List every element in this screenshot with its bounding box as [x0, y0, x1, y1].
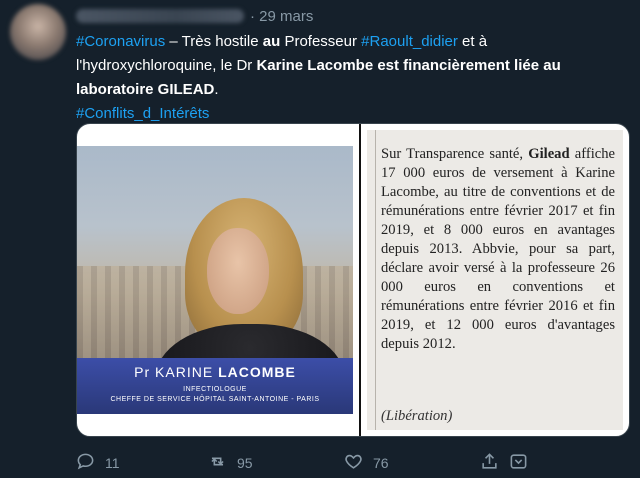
reply-button[interactable]: 11 — [76, 452, 120, 474]
tweet-media[interactable]: Pr KARINE LACOMBE INFECTIOLOGUE CHEFFE D… — [76, 123, 630, 437]
like-count: 76 — [373, 455, 389, 471]
quote-bold-segment: Gilead — [528, 146, 570, 162]
quote-text: Sur Transparence santé, Gilead affiche 1… — [381, 145, 615, 354]
retweet-button[interactable]: 95 — [208, 452, 253, 474]
hashtag-coronavirus[interactable]: #Coronavirus — [76, 33, 165, 50]
text-bold-segment: au — [262, 33, 281, 50]
media-divider — [359, 124, 361, 436]
reply-icon — [76, 452, 95, 474]
share-icon — [480, 452, 499, 474]
quote-segment: Sur Transparence santé, — [381, 146, 529, 162]
tweet-header: · 29 mars — [76, 6, 313, 26]
avatar[interactable] — [10, 4, 66, 60]
tweet-text: #Coronavirus – Très hostile au Professeu… — [76, 30, 628, 126]
tweet-date[interactable]: · 29 mars — [250, 8, 313, 25]
tv-role-line1: INFECTIOLOGUE — [183, 386, 247, 393]
tv-name-prefix: Pr — [134, 364, 151, 380]
quote-segment: affiche 17 000 euros de versement à Kari… — [381, 146, 616, 352]
tv-screenshot-photo: Pr KARINE LACOMBE INFECTIOLOGUE CHEFFE D… — [77, 146, 353, 414]
bookmark-chevron-icon — [509, 452, 528, 474]
retweet-count: 95 — [237, 455, 253, 471]
tv-role-line2: CHEFFE DE SERVICE HÔPITAL SAINT-ANTOINE … — [110, 396, 320, 403]
tweet-actions: 11 95 76 — [76, 452, 628, 474]
reply-count: 11 — [105, 455, 120, 471]
text-segment: Professeur — [280, 33, 362, 50]
author-name-blurred[interactable] — [76, 9, 244, 23]
hashtag-raoult-didier[interactable]: #Raoult_didier — [361, 33, 458, 50]
text-segment: – Très hostile — [165, 33, 263, 50]
quote-source: (Libération) — [381, 408, 453, 424]
quote-panel: Sur Transparence santé, Gilead affiche 1… — [367, 130, 623, 430]
quote-border — [375, 130, 376, 430]
like-button[interactable]: 76 — [344, 452, 389, 474]
text-segment: . — [214, 81, 219, 98]
person-face — [207, 228, 269, 314]
hashtag-conflits-d-interets[interactable]: #Conflits_d_Intérêts — [76, 105, 209, 122]
tv-name-first: KARINE — [155, 364, 214, 380]
heart-icon — [344, 452, 363, 474]
tv-lower-third: Pr KARINE LACOMBE INFECTIOLOGUE CHEFFE D… — [77, 358, 353, 414]
share-button[interactable] — [480, 452, 528, 474]
retweet-icon — [208, 452, 227, 474]
tv-name-last: LACOMBE — [218, 364, 296, 380]
tv-name-label: Pr KARINE LACOMBE — [77, 364, 353, 380]
